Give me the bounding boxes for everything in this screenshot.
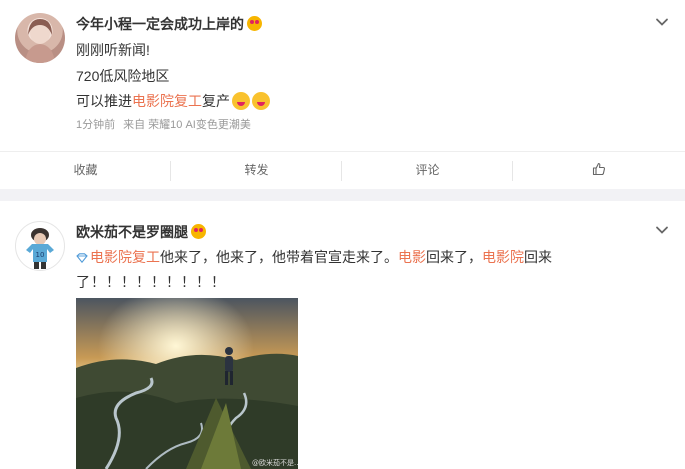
post-text-line: 电影院复工他来了，他来了，他带着官宣走来了。电影回来了，电影院回来: [76, 247, 552, 267]
post-text-line: 可以推进电影院复工复产: [76, 91, 270, 111]
like-button[interactable]: [513, 152, 684, 189]
comment-button[interactable]: 评论: [342, 152, 513, 189]
svg-text:10: 10: [36, 251, 45, 259]
action-bar: 收藏 转发 评论: [0, 151, 685, 189]
post-text-line: 刚刚听新闻!: [76, 42, 150, 58]
post-time[interactable]: 1分钟前: [76, 119, 115, 131]
diamond-icon: [76, 253, 88, 263]
post-text-line: 了！！！！！！！！！: [76, 274, 226, 290]
topic-link[interactable]: 电影院: [482, 249, 524, 265]
avatar[interactable]: [15, 13, 65, 63]
heart-eyes-emoji: [247, 16, 262, 31]
username[interactable]: 欧米茄不是罗圈腿: [76, 222, 206, 242]
avatar[interactable]: 10: [15, 221, 65, 271]
repost-button[interactable]: 转发: [171, 152, 342, 189]
yum-emoji: [252, 92, 270, 110]
collect-button[interactable]: 收藏: [0, 152, 171, 189]
image-watermark: @欧米茄不是...: [252, 458, 298, 467]
yum-emoji: [232, 92, 250, 110]
topic-link[interactable]: 电影: [398, 249, 426, 265]
post-meta: 1分钟前 来自 荣耀10 AI变色更潮美: [76, 116, 259, 132]
thumb-up-icon: [592, 162, 605, 176]
chevron-down-icon[interactable]: [655, 15, 669, 29]
chevron-down-icon[interactable]: [655, 223, 669, 237]
username[interactable]: 今年小程一定会成功上岸的: [76, 14, 262, 34]
topic-link[interactable]: 电影院复工: [132, 93, 202, 109]
topic-link[interactable]: 电影院复工: [90, 249, 160, 265]
heart-eyes-emoji: [191, 224, 206, 239]
feed-post-1: 今年小程一定会成功上岸的 刚刚听新闻! 720低风险地区 可以推进电影院复工复产…: [0, 0, 685, 189]
post-text-line: 720低风险地区: [76, 68, 170, 84]
post-source: 来自 荣耀10 AI变色更潮美: [123, 119, 251, 131]
post-image[interactable]: @欧米茄不是...: [76, 298, 298, 469]
feed-post-2: 10 欧米茄不是罗圈腿 电影院复工他来了，他来了，他带着官宣走来了。电影回来了，…: [0, 201, 685, 469]
feed-separator: [0, 189, 685, 201]
